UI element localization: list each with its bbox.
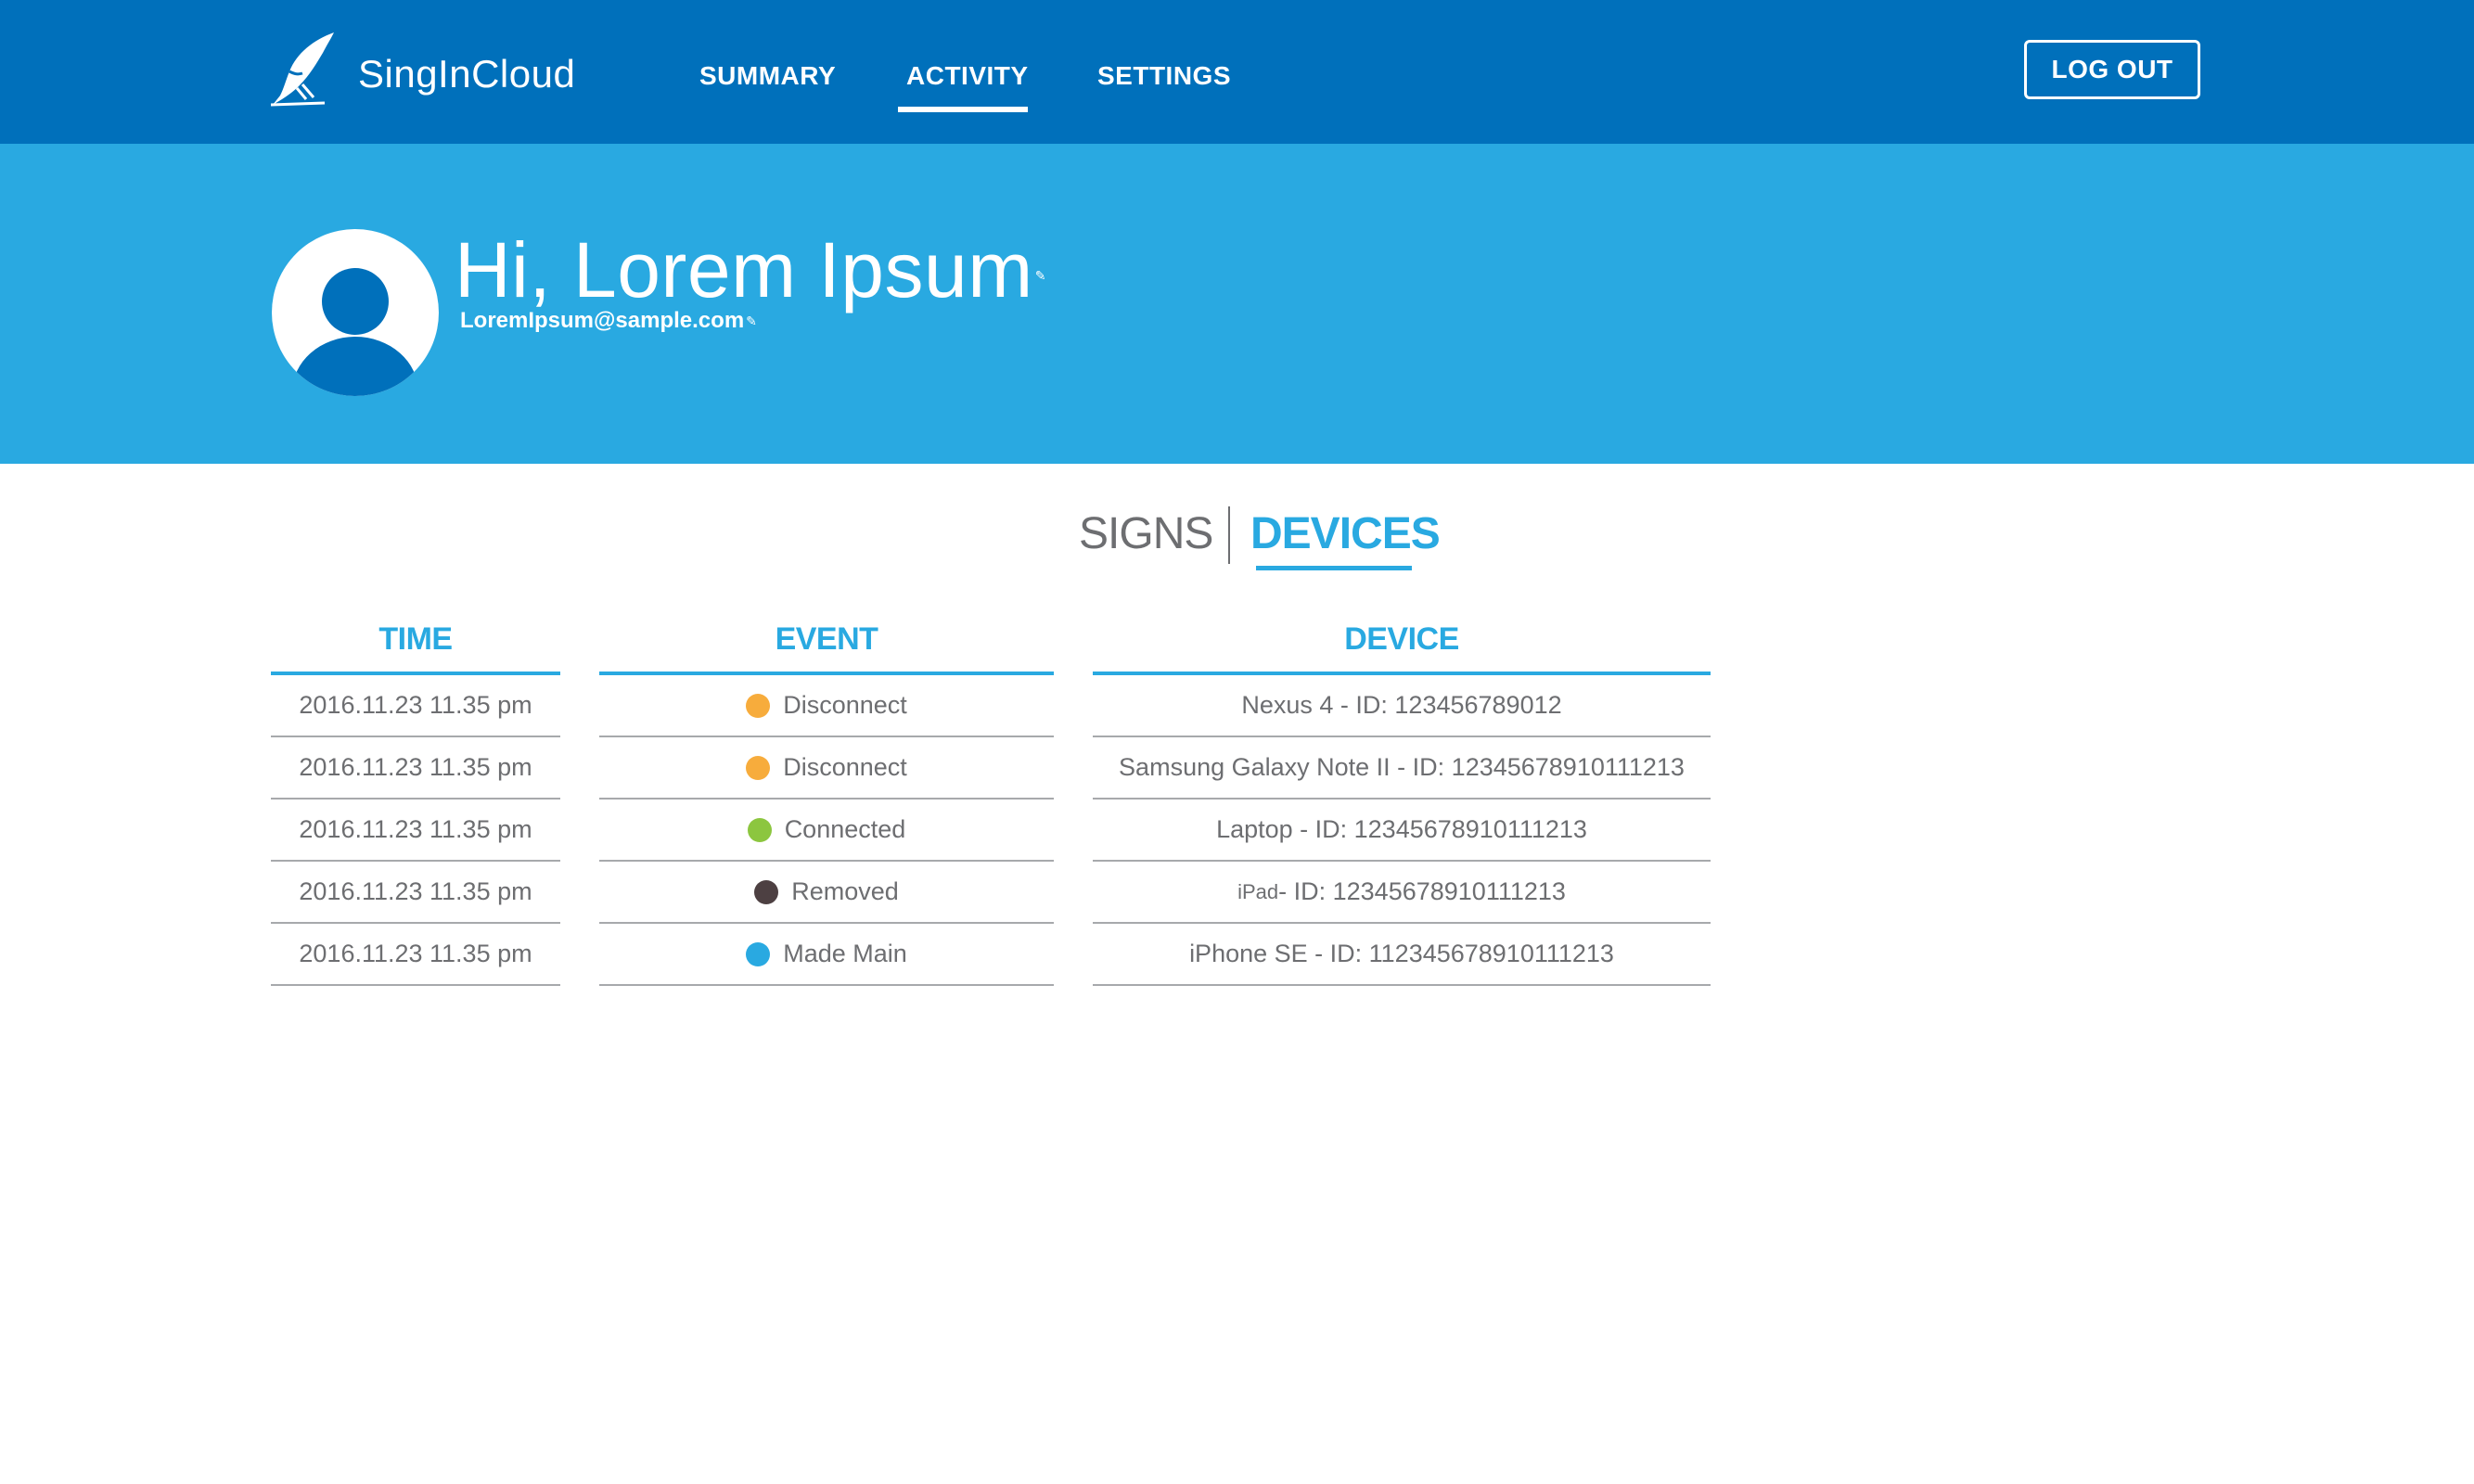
profile-header: Hi, Lorem Ipsum ✎ LoremIpsum@sample.com ✎ xyxy=(0,144,2474,464)
time-cell: 2016.11.23 11.35 pm xyxy=(271,737,560,800)
avatar xyxy=(272,229,439,396)
nav-settings[interactable]: SETTINGS xyxy=(1097,61,1231,91)
brand-name: SingInCloud xyxy=(358,52,576,96)
device-name-prefix: iPad xyxy=(1237,879,1279,903)
time-cell: 2016.11.23 11.35 pm xyxy=(271,924,560,986)
device-label: Samsung Galaxy Note II - ID: 12345678910… xyxy=(1119,753,1685,781)
top-navigation-bar: SingInCloud SUMMARY ACTIVITY SETTINGS LO… xyxy=(0,0,2474,144)
event-label: Removed xyxy=(791,877,899,905)
tab-active-indicator xyxy=(1256,566,1412,570)
avatar-body xyxy=(292,337,418,396)
column-header-event: EVENT xyxy=(775,621,878,657)
status-dot xyxy=(746,693,771,718)
avatar-head xyxy=(322,268,389,335)
event-column: EVENT Disconnect Disconnect Connected Re… xyxy=(599,612,1054,986)
tab-divider xyxy=(1228,506,1230,564)
status-dot xyxy=(746,941,771,966)
logo[interactable]: SingInCloud xyxy=(269,31,575,107)
greeting-title: Hi, Lorem Ipsum ✎ xyxy=(455,225,1046,315)
column-header-time: TIME xyxy=(378,621,453,657)
event-label: Made Main xyxy=(783,940,907,967)
device-column: DEVICE Nexus 4 - ID: 123456789012 Samsun… xyxy=(1093,612,1711,986)
quill-bird-icon xyxy=(270,32,334,107)
device-label: Laptop - ID: 12345678910111213 xyxy=(1216,815,1587,843)
event-cell: Removed xyxy=(599,862,1054,924)
nav-summary[interactable]: SUMMARY xyxy=(699,61,836,91)
device-cell: iPad - ID: 12345678910111213 xyxy=(1093,862,1711,924)
time-cell: 2016.11.23 11.35 pm xyxy=(271,675,560,737)
logout-button[interactable]: LOG OUT xyxy=(2024,40,2200,99)
event-cell: Made Main xyxy=(599,924,1054,986)
edit-icon[interactable]: ✎ xyxy=(1035,268,1046,284)
user-email: LoremIpsum@sample.com ✎ xyxy=(460,308,757,334)
tab-signs[interactable]: SIGNS xyxy=(1079,508,1213,559)
status-dot xyxy=(754,879,779,904)
device-cell: Samsung Galaxy Note II - ID: 12345678910… xyxy=(1093,737,1711,800)
device-label: Nexus 4 - ID: 123456789012 xyxy=(1241,691,1562,719)
event-label: Disconnect xyxy=(783,753,907,781)
tab-devices[interactable]: DEVICES xyxy=(1250,508,1441,559)
event-label: Connected xyxy=(784,815,906,843)
device-label: - ID: 12345678910111213 xyxy=(1278,877,1566,905)
time-cell: 2016.11.23 11.35 pm xyxy=(271,862,560,924)
device-cell: Laptop - ID: 12345678910111213 xyxy=(1093,800,1711,862)
nav-activity[interactable]: ACTIVITY xyxy=(906,61,1029,91)
edit-icon[interactable]: ✎ xyxy=(746,313,757,329)
event-label: Disconnect xyxy=(783,691,907,719)
email-text: LoremIpsum@sample.com xyxy=(460,308,745,333)
column-header-device: DEVICE xyxy=(1344,621,1459,657)
time-cell: 2016.11.23 11.35 pm xyxy=(271,800,560,862)
nav-active-indicator xyxy=(898,107,1028,112)
greeting-text: Hi, Lorem Ipsum xyxy=(455,226,1033,313)
event-cell: Connected xyxy=(599,800,1054,862)
event-cell: Disconnect xyxy=(599,737,1054,800)
device-cell: iPhone SE - ID: 112345678910111213 xyxy=(1093,924,1711,986)
status-dot xyxy=(747,817,772,842)
event-cell: Disconnect xyxy=(599,675,1054,737)
device-label: iPhone SE - ID: 112345678910111213 xyxy=(1189,940,1614,967)
time-column: TIME 2016.11.23 11.35 pm 2016.11.23 11.3… xyxy=(271,612,560,986)
device-cell: Nexus 4 - ID: 123456789012 xyxy=(1093,675,1711,737)
status-dot xyxy=(746,755,771,780)
